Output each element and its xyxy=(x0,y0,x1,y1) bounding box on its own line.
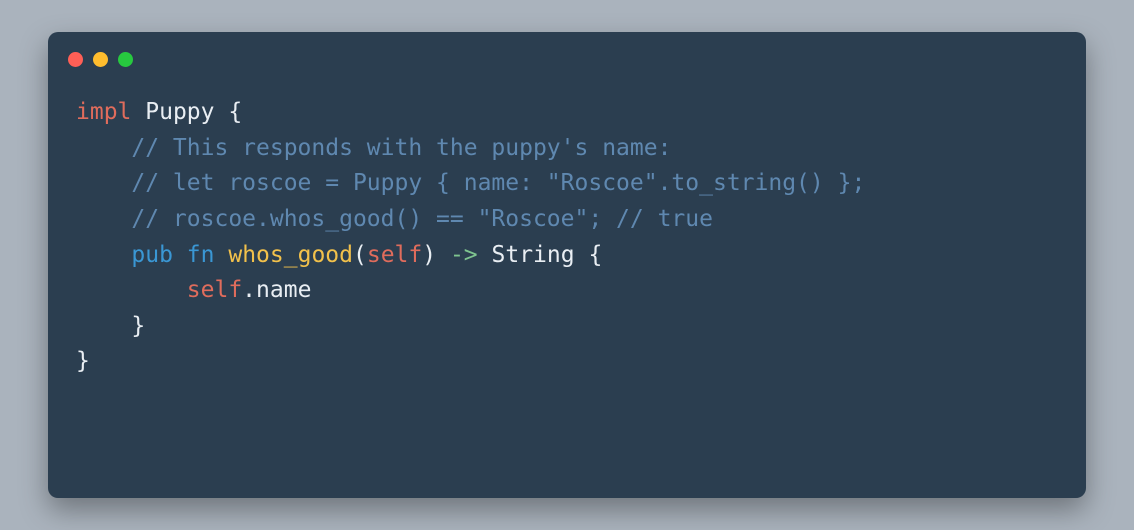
kw-pub: pub xyxy=(131,242,173,268)
space xyxy=(215,242,229,268)
indent xyxy=(76,277,187,303)
space xyxy=(478,242,492,268)
field-name: name xyxy=(256,277,311,303)
type-puppy: Puppy xyxy=(145,99,214,125)
kw-impl: impl xyxy=(76,99,131,125)
space xyxy=(215,99,229,125)
indent xyxy=(76,313,131,339)
paren-close: ) xyxy=(422,242,436,268)
code-block: impl Puppy { // This responds with the p… xyxy=(48,71,1086,404)
brace-close: } xyxy=(131,313,145,339)
code-line-5: pub fn whos_good(self) -> String { xyxy=(76,242,602,268)
code-line-2: // This responds with the puppy's name: xyxy=(76,135,671,161)
brace-open: { xyxy=(228,99,242,125)
code-window: impl Puppy { // This responds with the p… xyxy=(48,32,1086,498)
kw-self: self xyxy=(187,277,242,303)
fn-name: whos_good xyxy=(228,242,353,268)
space xyxy=(575,242,589,268)
kw-fn: fn xyxy=(187,242,215,268)
code-line-1: impl Puppy { xyxy=(76,99,242,125)
kw-self: self xyxy=(367,242,422,268)
type-string: String xyxy=(492,242,575,268)
comment: // This responds with the puppy's name: xyxy=(131,135,671,161)
indent xyxy=(76,170,131,196)
arrow: -> xyxy=(450,242,478,268)
code-line-4: // roscoe.whos_good() == "Roscoe"; // tr… xyxy=(76,206,713,232)
indent xyxy=(76,135,131,161)
code-line-7: } xyxy=(76,313,145,339)
indent xyxy=(76,242,131,268)
code-line-3: // let roscoe = Puppy { name: "Roscoe".t… xyxy=(76,170,865,196)
code-line-8: } xyxy=(76,348,90,374)
space xyxy=(436,242,450,268)
comment: // roscoe.whos_good() == "Roscoe"; // tr… xyxy=(131,206,713,232)
comment: // let roscoe = Puppy { name: "Roscoe".t… xyxy=(131,170,865,196)
brace-open: { xyxy=(588,242,602,268)
paren-open: ( xyxy=(353,242,367,268)
brace-close: } xyxy=(76,348,90,374)
space xyxy=(173,242,187,268)
indent xyxy=(76,206,131,232)
traffic-light-minimize-icon[interactable] xyxy=(93,52,108,67)
space xyxy=(131,99,145,125)
traffic-light-zoom-icon[interactable] xyxy=(118,52,133,67)
code-line-6: self.name xyxy=(76,277,311,303)
window-titlebar xyxy=(48,32,1086,71)
traffic-light-close-icon[interactable] xyxy=(68,52,83,67)
dot: . xyxy=(242,277,256,303)
